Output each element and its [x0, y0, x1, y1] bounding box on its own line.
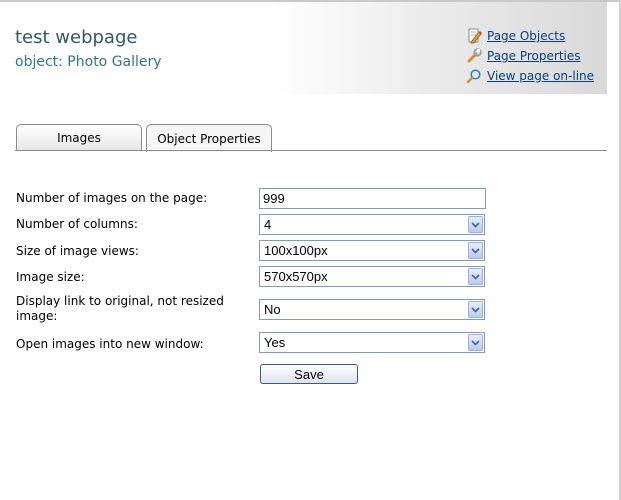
link-original-value: No [264, 302, 281, 317]
new-window-value: Yes [264, 335, 286, 350]
view-size-value: 100x100px [264, 243, 328, 258]
images-per-page-input[interactable]: 999 [259, 188, 486, 209]
link-page-properties[interactable]: Page Properties [466, 46, 594, 66]
tab-images[interactable]: Images [16, 124, 142, 151]
page-title: test webpage [15, 27, 138, 48]
view-size-label: Size of image views: [16, 244, 139, 258]
object-label: object: Photo Gallery [15, 54, 162, 70]
link-view-online[interactable]: View page on-line [466, 66, 594, 86]
image-size-select[interactable]: 570x570px [259, 266, 485, 287]
link-original-label: Display link to original, not resized im… [16, 294, 224, 323]
link-original-select[interactable]: No [259, 299, 485, 320]
page-objects-link[interactable]: Page Objects [487, 29, 565, 43]
view-page-online-link[interactable]: View page on-line [487, 69, 594, 83]
tab-object-properties[interactable]: Object Properties [146, 124, 272, 152]
link-page-objects[interactable]: Page Objects [466, 26, 594, 46]
chevron-down-icon[interactable] [468, 216, 483, 233]
wrench-icon [466, 48, 482, 64]
chevron-down-icon[interactable] [468, 268, 483, 285]
columns-value: 4 [264, 217, 272, 232]
columns-label: Number of columns: [16, 217, 138, 231]
chevron-down-icon[interactable] [468, 301, 483, 318]
pencil-icon [466, 28, 482, 44]
new-window-label: Open images into new window: [16, 337, 204, 351]
tabs-divider [15, 150, 607, 151]
image-size-label: Image size: [16, 270, 85, 284]
save-button[interactable]: Save [260, 364, 358, 384]
images-per-page-label: Number of images on the page: [16, 191, 208, 205]
view-size-select[interactable]: 100x100px [259, 240, 485, 261]
chevron-down-icon[interactable] [468, 334, 483, 351]
page-properties-link[interactable]: Page Properties [487, 49, 581, 63]
page-header: test webpage object: Photo Gallery Page … [0, 2, 607, 94]
image-size-value: 570x570px [264, 269, 328, 284]
magnifier-icon [466, 68, 482, 84]
chevron-down-icon[interactable] [468, 242, 483, 259]
new-window-select[interactable]: Yes [259, 332, 485, 353]
columns-select[interactable]: 4 [259, 214, 485, 235]
header-links: Page Objects Page Properties View page o… [466, 26, 594, 86]
